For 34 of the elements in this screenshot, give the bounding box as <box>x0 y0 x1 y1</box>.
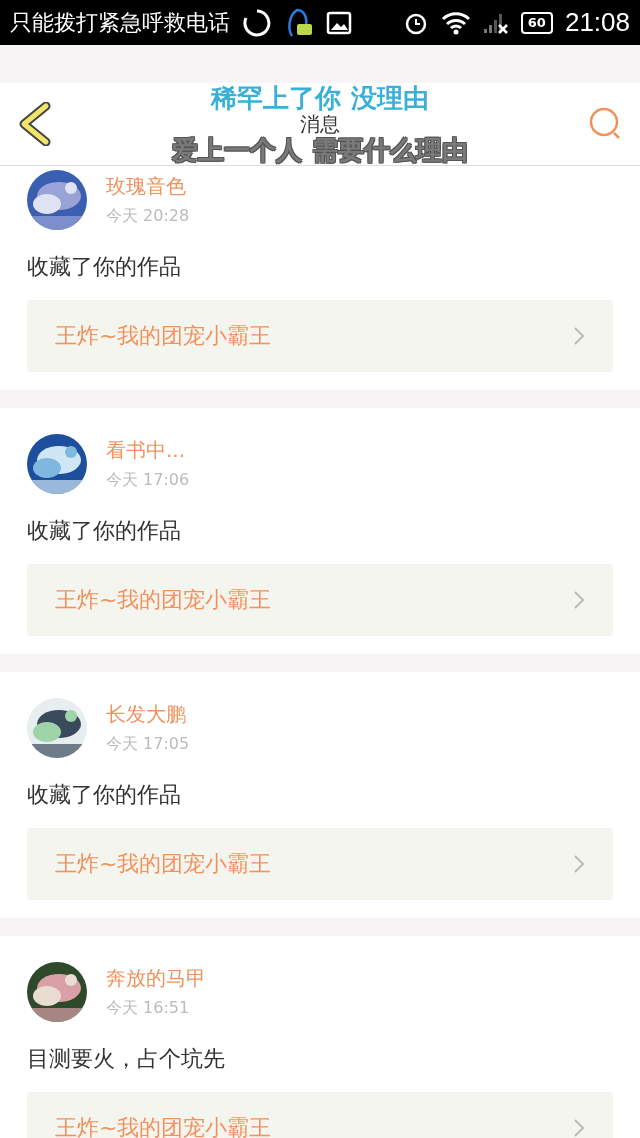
lyric-line: 爱上一个人 需要什么理由 <box>172 135 468 165</box>
user-name[interactable]: 玫瑰音色 <box>106 173 190 200</box>
work-link[interactable]: 王炸~我的团宠小霸王 <box>27 564 613 636</box>
user-name[interactable]: 长发大鹏 <box>106 701 190 728</box>
work-title: 王炸~我的团宠小霸王 <box>55 586 272 614</box>
work-link[interactable]: 王炸~我的团宠小霸王 <box>27 1092 613 1138</box>
message-time: 今天 17:05 <box>106 734 190 755</box>
status-time: 21:08 <box>564 7 630 38</box>
user-name[interactable]: 看书中... <box>106 437 190 464</box>
chevron-icon <box>573 854 585 874</box>
page-title: 消息 <box>300 113 340 135</box>
battery-level: 60 <box>520 11 553 34</box>
message-text: 目测要火，占个坑先 <box>27 1045 226 1073</box>
chevron-icon <box>573 326 585 346</box>
user-name[interactable]: 奔放的马甲 <box>106 965 206 992</box>
wifi-icon <box>440 10 471 35</box>
message-time: 今天 16:51 <box>106 998 191 1019</box>
image-icon <box>326 10 352 35</box>
message-text: 收藏了你的作品 <box>27 253 182 281</box>
message-time: 今天 20:28 <box>106 206 190 227</box>
work-title: 王炸~我的团宠小霸王 <box>55 1114 272 1138</box>
message-text: 收藏了你的作品 <box>27 781 182 809</box>
loading-icon <box>242 7 272 38</box>
back-icon[interactable] <box>18 102 52 146</box>
work-link[interactable]: 王炸~我的团宠小霸王 <box>27 300 613 372</box>
work-title: 王炸~我的团宠小霸王 <box>55 850 272 878</box>
work-link[interactable]: 王炸~我的团宠小霸王 <box>27 828 613 900</box>
chevron-icon <box>573 590 585 610</box>
work-title: 王炸~我的团宠小霸王 <box>55 322 272 350</box>
chevron-icon <box>573 1118 585 1138</box>
status-notice: 只能拨打紧急呼救电话 <box>10 8 230 37</box>
message-time: 今天 17:06 <box>106 470 190 491</box>
lyric-line: 稀罕上了你 没理由 <box>211 83 429 113</box>
message-text: 收藏了你的作品 <box>27 517 182 545</box>
